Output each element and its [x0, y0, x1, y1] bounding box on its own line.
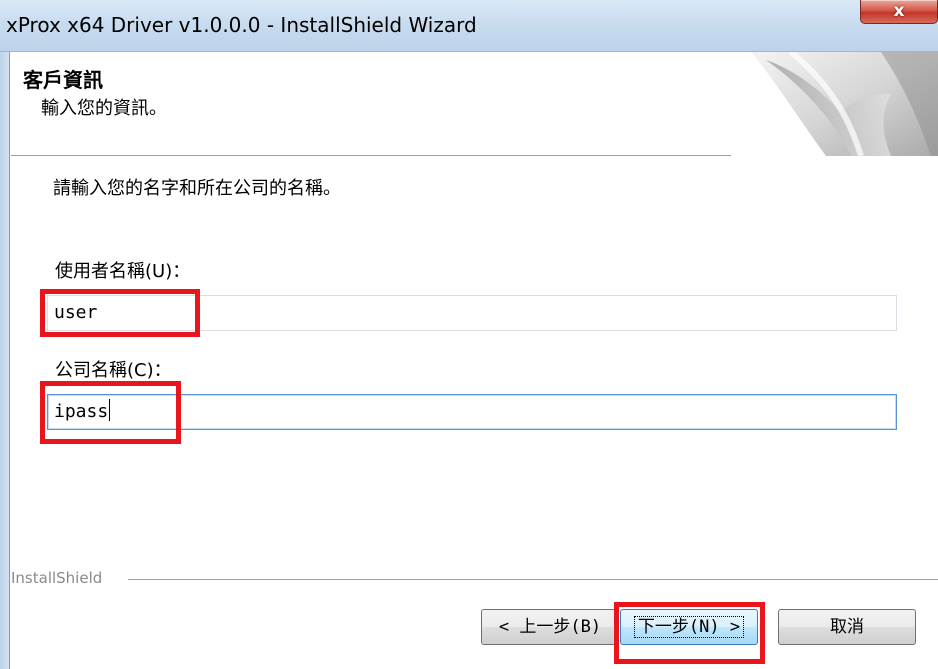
- window-title: xProx x64 Driver v1.0.0.0 - InstallShiel…: [6, 13, 477, 37]
- user-name-value: user: [54, 302, 98, 323]
- instruction-text: 請輸入您的名字和所在公司的名稱。: [53, 178, 341, 199]
- installshield-brand: InstallShield: [11, 569, 103, 587]
- wizard-body: 請輸入您的名字和所在公司的名稱。 使用者名稱(U)： user 公司名稱(C)：…: [11, 157, 938, 669]
- page-title: 客戶資訊: [23, 68, 103, 92]
- page-subtitle: 輸入您的資訊。: [41, 98, 167, 119]
- close-button[interactable]: x: [860, 0, 938, 24]
- text-caret: [109, 399, 111, 421]
- installshield-page-curl-graphic: [731, 52, 938, 156]
- user-name-label: 使用者名稱(U)：: [55, 261, 191, 282]
- next-button-label: 下一步(N) >: [633, 616, 745, 638]
- wizard-header: 客戶資訊 輸入您的資訊。: [11, 52, 938, 156]
- company-name-input[interactable]: ipass: [47, 394, 897, 430]
- cancel-button-label: 取消: [830, 617, 864, 637]
- cancel-button[interactable]: 取消: [778, 609, 916, 645]
- back-button-label: < 上一步(B): [498, 617, 602, 637]
- back-button[interactable]: < 上一步(B): [481, 609, 619, 645]
- next-button[interactable]: 下一步(N) >: [620, 609, 758, 645]
- company-name-label: 公司名稱(C)：: [55, 360, 172, 381]
- user-name-input[interactable]: user: [47, 295, 897, 331]
- title-bar[interactable]: xProx x64 Driver v1.0.0.0 - InstallShiel…: [0, 0, 938, 52]
- footer-divider: [128, 579, 938, 581]
- company-name-value: ipass: [54, 401, 109, 422]
- window-frame: [0, 52, 10, 669]
- close-icon: x: [893, 1, 905, 21]
